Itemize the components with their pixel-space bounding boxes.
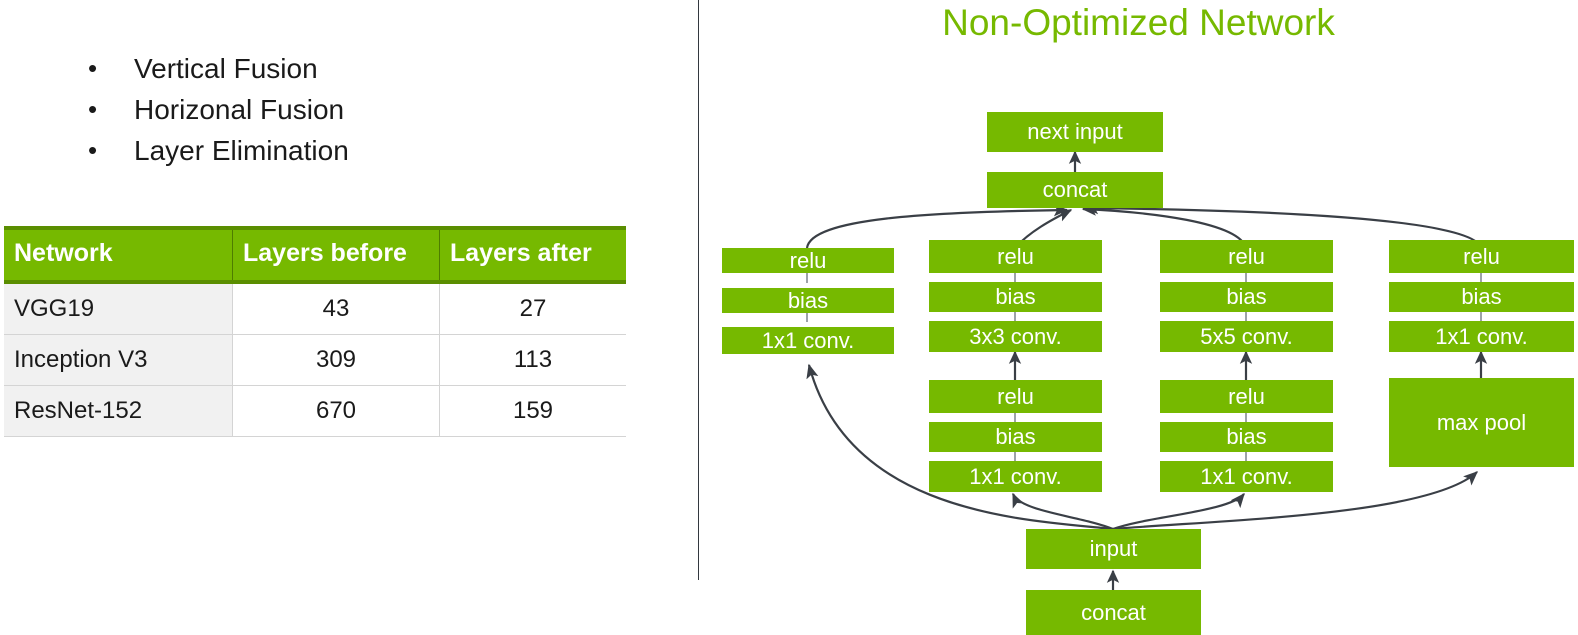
node-label: relu [997, 243, 1034, 269]
node-label: 1x1 conv. [1200, 463, 1293, 489]
node-label: 3x3 conv. [969, 323, 1062, 349]
node-branch3-bias[interactable]: bias [1160, 282, 1333, 312]
column-header-layers-after: Layers after [439, 226, 626, 284]
bullet-label: Vertical Fusion [134, 53, 318, 84]
node-label: relu [1228, 383, 1265, 409]
node-branch2-relu-lower[interactable]: relu [929, 380, 1102, 413]
node-branch3-relu-lower[interactable]: relu [1160, 380, 1333, 413]
cell-layers-before: 670 [232, 385, 440, 437]
cell-layers-after: 159 [439, 385, 626, 437]
node-branch3-bias-lower[interactable]: bias [1160, 422, 1333, 452]
table-row: ResNet-152 670 159 [4, 385, 626, 437]
bullet-icon: • [88, 135, 98, 165]
bullet-label: Layer Elimination [134, 135, 349, 166]
node-branch2-conv[interactable]: 3x3 conv. [929, 321, 1102, 352]
bullet-list: • Vertical Fusion • Horizonal Fusion • L… [78, 48, 638, 171]
node-concat-bottom[interactable]: concat [1026, 590, 1201, 635]
bullet-icon: • [88, 94, 98, 124]
node-label: next input [1027, 119, 1123, 144]
node-label: bias [995, 424, 1036, 449]
node-label: max pool [1436, 409, 1527, 435]
table-row: VGG19 43 27 [4, 282, 626, 335]
cell-network: Inception V3 [4, 334, 233, 386]
node-label: concat [1081, 599, 1146, 625]
node-label: relu [1463, 243, 1500, 269]
node-label: 1x1 conv. [761, 327, 855, 353]
node-label: 1x1 conv. [1435, 323, 1528, 349]
list-item: • Vertical Fusion [78, 48, 638, 89]
left-panel: • Vertical Fusion • Horizonal Fusion • L… [0, 0, 698, 635]
node-label: bias [787, 287, 829, 313]
node-label: concat [1042, 177, 1108, 202]
cell-layers-after: 113 [439, 334, 626, 386]
column-header-network: Network [4, 226, 233, 284]
node-branch4-bias[interactable]: bias [1389, 282, 1574, 312]
bullet-label: Horizonal Fusion [134, 94, 345, 125]
layer-count-table: Network Layers before Layers after VGG19… [4, 226, 626, 437]
node-label: bias [1226, 424, 1267, 449]
node-label: 5x5 conv. [1200, 323, 1293, 349]
cell-layers-before: 309 [232, 334, 440, 386]
node-branch3-conv-lower[interactable]: 1x1 conv. [1160, 461, 1333, 492]
node-next-input[interactable]: next input [987, 112, 1163, 152]
node-label: input [1089, 536, 1138, 561]
node-concat-top[interactable]: concat [987, 172, 1163, 208]
node-branch4-conv[interactable]: 1x1 conv. [1389, 321, 1574, 352]
node-branch1-conv[interactable]: 1x1 conv. [722, 327, 894, 354]
bullet-icon: • [88, 53, 98, 83]
node-label: relu [1228, 243, 1265, 269]
node-input[interactable]: input [1026, 529, 1201, 569]
list-item: • Layer Elimination [78, 130, 638, 171]
diagram-panel: Non-Optimized Network next input concat … [699, 0, 1578, 635]
node-label: 1x1 conv. [969, 463, 1062, 489]
node-branch1-bias[interactable]: bias [722, 288, 894, 313]
node-branch2-bias-lower[interactable]: bias [929, 422, 1102, 452]
node-label: bias [1226, 284, 1267, 309]
node-branch4-maxpool[interactable]: max pool [1389, 378, 1574, 467]
cell-network: ResNet-152 [4, 385, 233, 437]
cell-layers-before: 43 [232, 282, 440, 335]
node-branch4-relu[interactable]: relu [1389, 240, 1574, 273]
list-item: • Horizonal Fusion [78, 89, 638, 130]
table-header-row: Network Layers before Layers after [4, 226, 626, 284]
node-label: bias [995, 284, 1036, 309]
node-branch2-conv-lower[interactable]: 1x1 conv. [929, 461, 1102, 492]
cell-network: VGG19 [4, 282, 233, 335]
node-branch3-conv[interactable]: 5x5 conv. [1160, 321, 1333, 352]
column-header-layers-before: Layers before [232, 226, 440, 284]
node-branch3-relu[interactable]: relu [1160, 240, 1333, 273]
cell-layers-after: 27 [439, 282, 626, 335]
node-branch2-relu[interactable]: relu [929, 240, 1102, 273]
node-label: relu [997, 383, 1034, 409]
table-row: Inception V3 309 113 [4, 334, 626, 386]
node-branch1-relu[interactable]: relu [722, 248, 894, 273]
node-branch2-bias[interactable]: bias [929, 282, 1102, 312]
node-label: bias [1461, 284, 1502, 309]
node-label: relu [789, 247, 827, 273]
